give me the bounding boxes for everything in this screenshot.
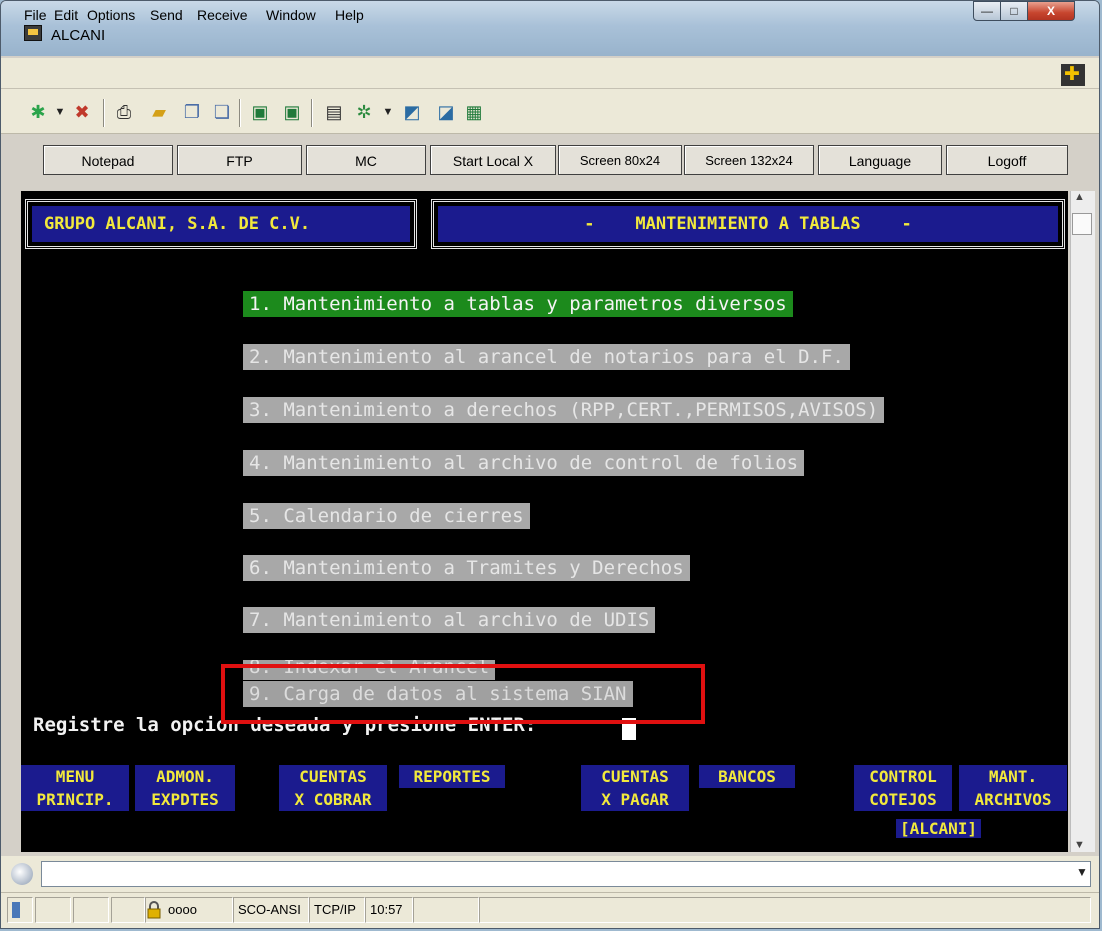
fkey-label-line2: PRINCIP. [21, 788, 129, 811]
menu-file[interactable]: File [24, 7, 47, 23]
status-panel-empty [111, 897, 145, 923]
command-dropdown-icon[interactable]: ▼ [1076, 865, 1088, 879]
screen-title-box: - MANTENIMIENTO A TABLAS - [431, 199, 1065, 249]
screen-132x24-button[interactable]: Screen 132x24 [684, 145, 814, 175]
vertical-scrollbar[interactable] [1070, 191, 1095, 852]
menu-option-3[interactable]: 3. Mantenimiento a derechos (RPP,CERT.,P… [243, 397, 885, 423]
fkey-label-line1: REPORTES [399, 765, 505, 788]
context-help-icon[interactable] [1061, 64, 1085, 86]
folder-icon[interactable]: ▰ [148, 101, 170, 123]
status-panel-empty [413, 897, 479, 923]
status-panel-empty [73, 897, 109, 923]
ftp-button[interactable]: FTP [177, 145, 302, 175]
fkey-label-line1: BANCOS [699, 765, 795, 788]
annotation-highlight-box [221, 664, 705, 724]
start-local-x-button[interactable]: Start Local X [430, 145, 556, 175]
fkey-bancos[interactable]: BANCOS [699, 765, 795, 788]
status-panel-empty [35, 897, 71, 923]
fkey-menu-principal[interactable]: MENU PRINCIP. [21, 765, 129, 811]
fkey-admon-expdtes[interactable]: ADMON. EXPDTES [135, 765, 235, 811]
fkey-label-line1: MANT. [959, 765, 1067, 788]
menu-send[interactable]: Send [150, 7, 183, 23]
menu-bar [1, 58, 1099, 89]
status-panel-empty [479, 897, 1091, 923]
fkey-control-cotejos[interactable]: CONTROL COTEJOS [854, 765, 952, 811]
status-panel-protocol: TCP/IP [309, 897, 365, 923]
fkey-label-line1: MENU [21, 765, 129, 788]
command-input[interactable] [41, 861, 1091, 887]
menu-option-7[interactable]: 7. Mantenimiento al archivo de UDIS [243, 607, 656, 633]
screen-title: - MANTENIMIENTO A TABLAS - [438, 206, 1058, 242]
tools-icon[interactable]: ✲ [353, 101, 375, 123]
app-icon[interactable] [24, 25, 42, 41]
scroll-down-arrow-icon[interactable]: ▼ [1074, 839, 1085, 851]
menu-option-5[interactable]: 5. Calendario de cierres [243, 503, 530, 529]
menu-receive[interactable]: Receive [197, 7, 248, 23]
dropdown-arrow-icon[interactable]: ▼ [377, 101, 399, 123]
maximize-button[interactable]: □ [1000, 1, 1028, 21]
fkey-label-line1: CONTROL [854, 765, 952, 788]
properties-icon[interactable]: ◪ [435, 101, 457, 123]
fkey-cuentas-cobrar[interactable]: CUENTAS X COBRAR [279, 765, 387, 811]
status-panel-emulation: SCO-ANSI [233, 897, 309, 923]
status-panel-clock: 10:57 [365, 897, 413, 923]
menu-option-1[interactable]: 1. Mantenimiento a tablas y parametros d… [243, 291, 793, 317]
keyboard-map2-icon[interactable]: ▣ [281, 101, 303, 123]
command-icon[interactable] [11, 863, 33, 885]
menu-help[interactable]: Help [335, 7, 364, 23]
copy-icon[interactable]: ❐ [181, 101, 203, 123]
toolbar-separator [239, 99, 240, 127]
company-header-box: GRUPO ALCANI, S.A. DE C.V. [25, 199, 417, 249]
fkey-label-line2: EXPDTES [135, 788, 235, 811]
scroll-thumb[interactable] [1072, 213, 1092, 235]
paste-icon[interactable]: ❏ [211, 101, 233, 123]
status-panel-connection [7, 897, 33, 923]
menu-options[interactable]: Options [87, 7, 135, 23]
connection-status-icon [12, 902, 20, 918]
fkey-label-line2: X PAGAR [581, 788, 689, 811]
system-tag: [ALCANI] [896, 819, 982, 838]
fkey-reportes[interactable]: REPORTES [399, 765, 505, 788]
menu-edit[interactable]: Edit [54, 7, 78, 23]
screen-80x24-button[interactable]: Screen 80x24 [558, 145, 682, 175]
fkey-label-line1: CUENTAS [581, 765, 689, 788]
keyboard-map-icon[interactable]: ▣ [249, 101, 271, 123]
menu-option-2[interactable]: 2. Mantenimiento al arancel de notarios … [243, 344, 850, 370]
print-icon[interactable]: ⎙ [113, 101, 135, 123]
fkey-cuentas-pagar[interactable]: CUENTAS X PAGAR [581, 765, 689, 811]
scroll-up-arrow-icon[interactable]: ▲ [1074, 191, 1085, 203]
company-name: GRUPO ALCANI, S.A. DE C.V. [32, 206, 410, 242]
fkey-mant-archivos[interactable]: MANT. ARCHIVOS [959, 765, 1067, 811]
fkey-label-line1: CUENTAS [279, 765, 387, 788]
dropdown-arrow-icon[interactable]: ▼ [49, 101, 71, 123]
close-button[interactable]: X [1027, 1, 1075, 21]
fkey-label-line1: ADMON. [135, 765, 235, 788]
fkey-label-line2: COTEJOS [854, 788, 952, 811]
settings-icon[interactable]: ◩ [401, 101, 423, 123]
terminal-screen[interactable]: GRUPO ALCANI, S.A. DE C.V. - MANTENIMIEN… [21, 191, 1068, 852]
fkey-label-line2: X COBRAR [279, 788, 387, 811]
toolbar-separator [311, 99, 312, 127]
mc-button[interactable]: MC [306, 145, 426, 175]
new-session-icon[interactable]: ✱ [27, 101, 49, 123]
fkey-label-line2: ARCHIVOS [959, 788, 1067, 811]
window-title: ALCANI [51, 27, 106, 44]
app-window: ALCANI — □ X File Edit Options Send Rece… [0, 0, 1100, 929]
toolbar-separator [103, 99, 104, 127]
logoff-button[interactable]: Logoff [946, 145, 1068, 175]
menu-option-4[interactable]: 4. Mantenimiento al archivo de control d… [243, 450, 805, 476]
open-session-icon[interactable]: ✖ [71, 101, 93, 123]
lock-icon [147, 901, 161, 919]
menu-option-6[interactable]: 6. Mantenimiento a Tramites y Derechos [243, 555, 690, 581]
menu-window[interactable]: Window [266, 7, 316, 23]
language-button[interactable]: Language [818, 145, 942, 175]
minimize-button[interactable]: — [973, 1, 1001, 21]
screen-icon[interactable]: ▦ [463, 101, 485, 123]
book-icon[interactable]: ▤ [323, 101, 345, 123]
notepad-button[interactable]: Notepad [43, 145, 173, 175]
